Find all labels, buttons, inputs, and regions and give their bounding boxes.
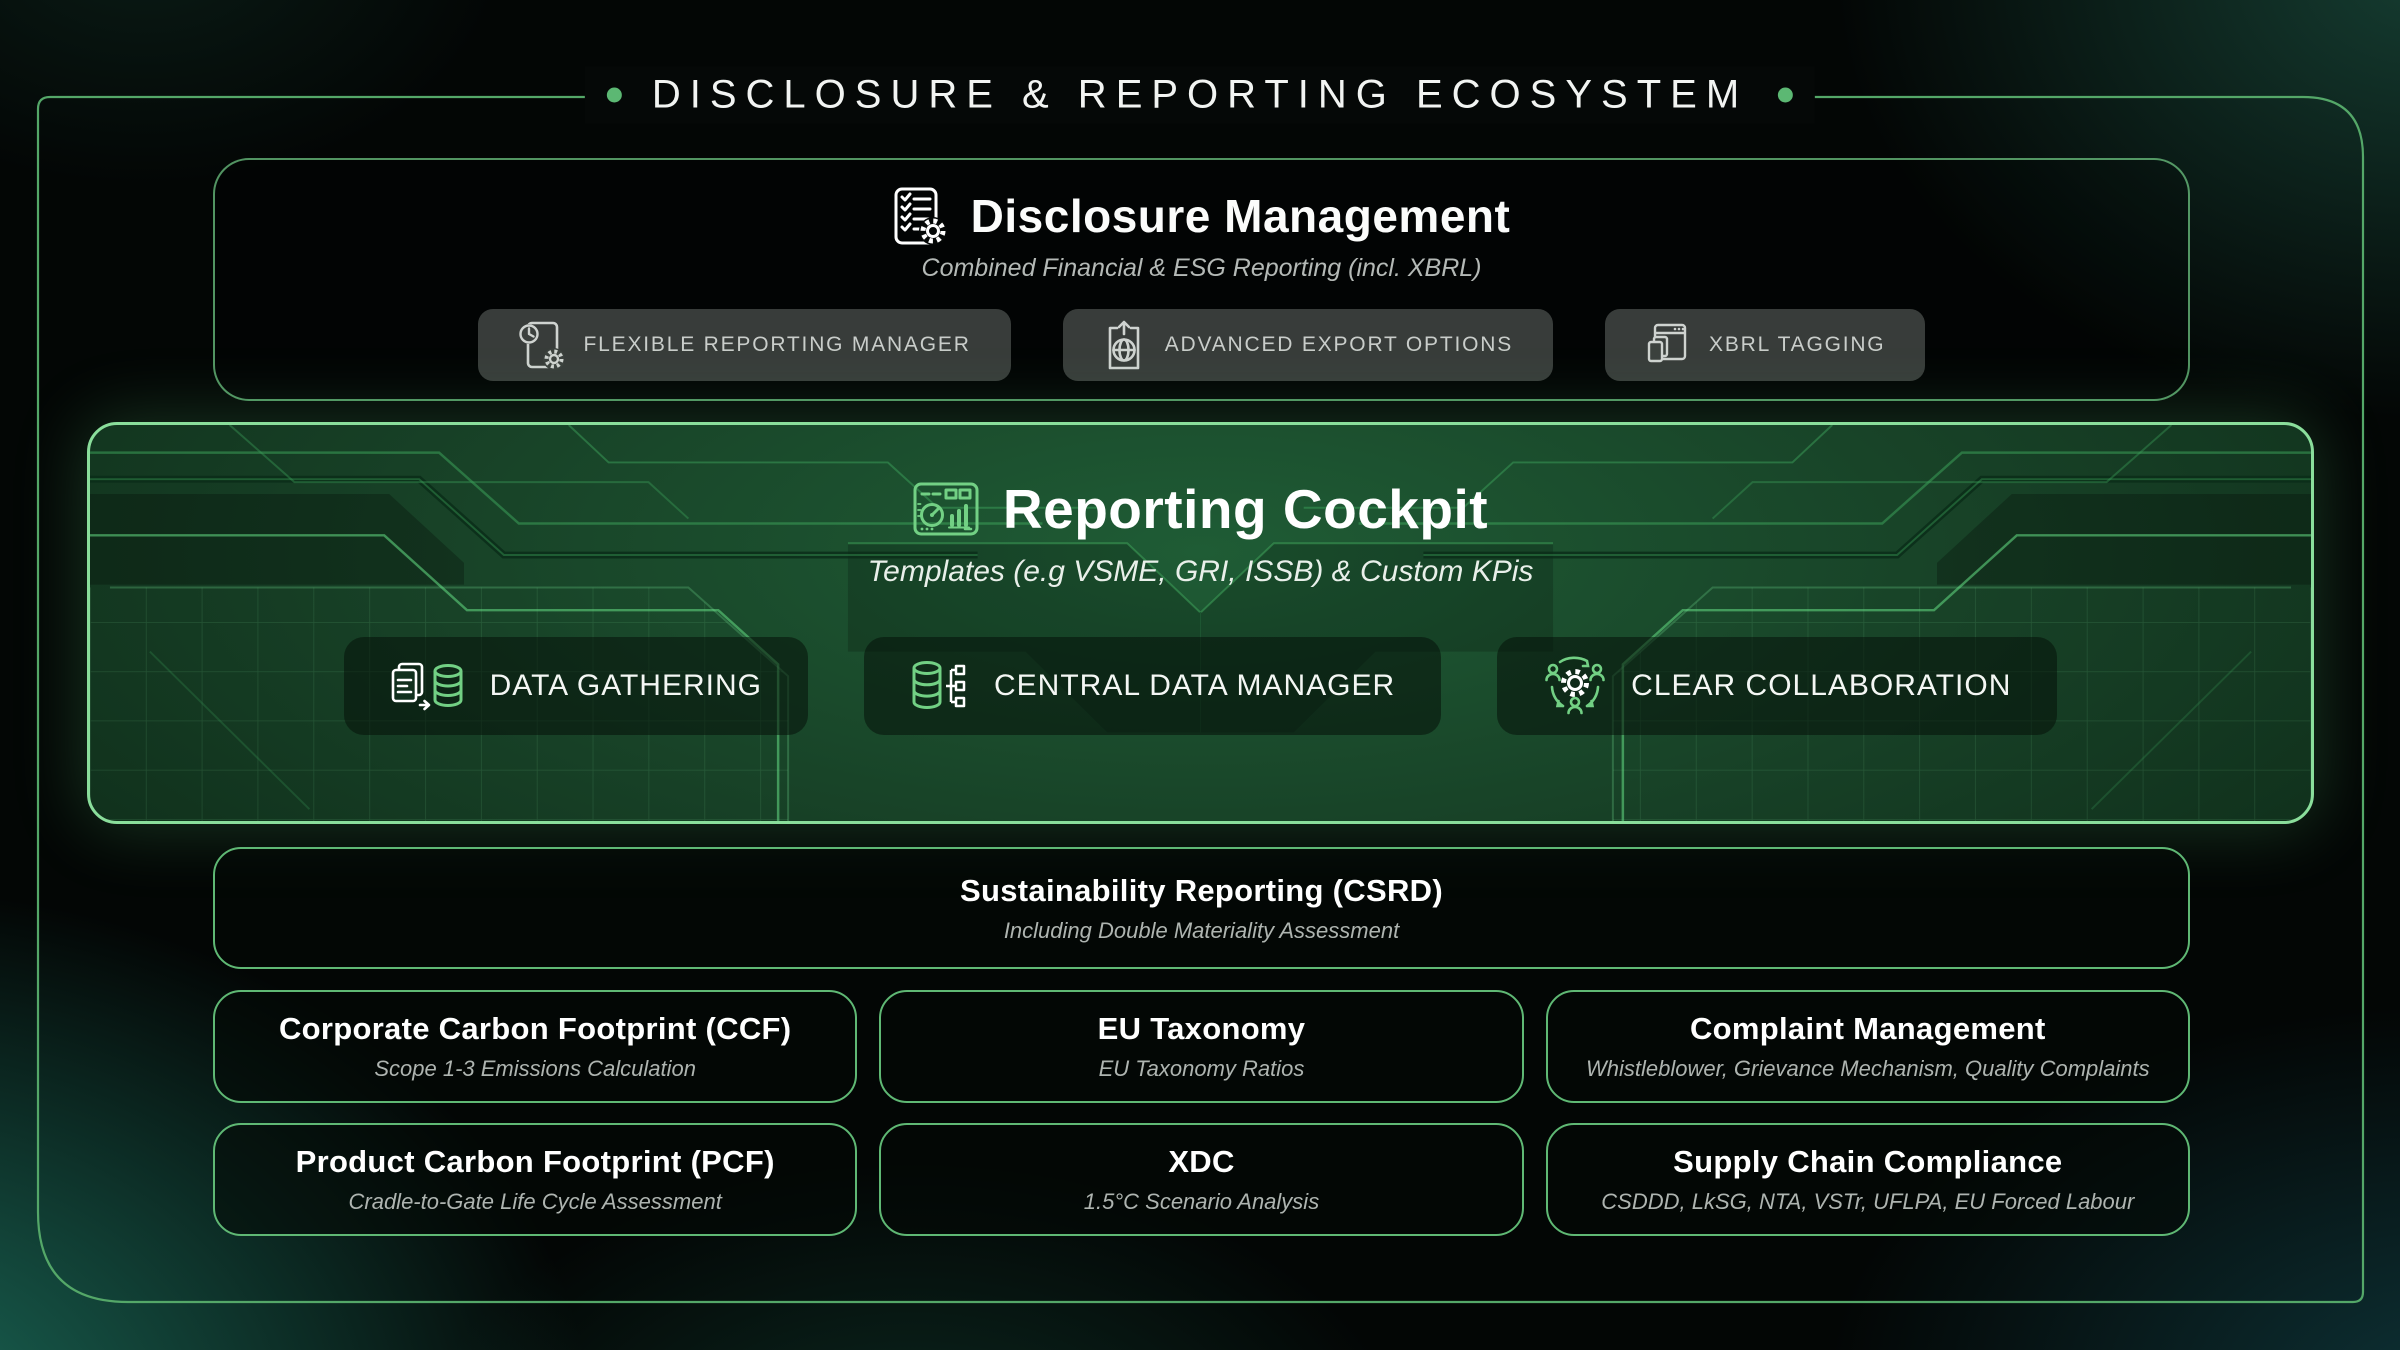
module-title: Supply Chain Compliance xyxy=(1673,1144,2062,1180)
feature-advanced-export-options: ADVANCED EXPORT OPTIONS xyxy=(1063,309,1553,381)
page-background: DISCLOSURE & REPORTING ECOSYSTEM Discl xyxy=(0,0,2400,1350)
module-title: Complaint Management xyxy=(1690,1011,2046,1047)
page-header: DISCLOSURE & REPORTING ECOSYSTEM xyxy=(585,67,1815,124)
document-to-database-icon xyxy=(390,659,466,713)
module-subtitle: Scope 1-3 Emissions Calculation xyxy=(374,1056,696,1082)
xbrl-windows-icon xyxy=(1645,321,1689,369)
module-subtitle: EU Taxonomy Ratios xyxy=(1099,1056,1305,1082)
feature-label: FLEXIBLE REPORTING MANAGER xyxy=(584,333,971,357)
module-card-supply-chain: Supply Chain Compliance CSDDD, LkSG, NTA… xyxy=(1546,1123,2190,1236)
feature-central-data-manager: CENTRAL DATA MANAGER xyxy=(864,637,1441,735)
disclosure-title: Disclosure Management xyxy=(971,189,1511,243)
modules-grid: Corporate Carbon Footprint (CCF) Scope 1… xyxy=(213,990,2190,1236)
feature-label: CENTRAL DATA MANAGER xyxy=(994,669,1395,703)
page-title: DISCLOSURE & REPORTING ECOSYSTEM xyxy=(652,73,1748,118)
report-clock-gear-icon xyxy=(518,319,564,371)
module-subtitle: Whistleblower, Grievance Mechanism, Qual… xyxy=(1586,1056,2150,1082)
module-title: Corporate Carbon Footprint (CCF) xyxy=(279,1011,791,1047)
feature-label: CLEAR COLLABORATION xyxy=(1631,669,2011,703)
csrd-section: Sustainability Reporting (CSRD) Includin… xyxy=(213,847,2190,969)
module-title: XDC xyxy=(1168,1144,1234,1180)
csrd-subtitle: Including Double Materiality Assessment xyxy=(1004,918,1399,944)
feature-clear-collaboration: CLEAR COLLABORATION xyxy=(1497,637,2057,735)
feature-xbrl-tagging: XBRL TAGGING xyxy=(1605,309,1925,381)
disclosure-feature-row: FLEXIBLE REPORTING MANAGER ADVANCED EXPO… xyxy=(478,309,1926,381)
database-nodes-icon xyxy=(910,658,970,714)
checklist-gear-icon xyxy=(893,186,947,246)
reporting-cockpit-section: Reporting Cockpit Templates (e.g VSME, G… xyxy=(87,422,2314,824)
module-subtitle: Cradle-to-Gate Life Cycle Assessment xyxy=(349,1189,722,1215)
dashboard-icon xyxy=(913,482,979,536)
feature-data-gathering: DATA GATHERING xyxy=(344,637,808,735)
cockpit-title: Reporting Cockpit xyxy=(1003,477,1488,541)
disclosure-subtitle: Combined Financial & ESG Reporting (incl… xyxy=(922,254,1482,283)
module-card-pcf: Product Carbon Footprint (PCF) Cradle-to… xyxy=(213,1123,857,1236)
feature-label: ADVANCED EXPORT OPTIONS xyxy=(1165,333,1513,357)
module-subtitle: 1.5°C Scenario Analysis xyxy=(1084,1189,1319,1215)
module-card-xdc: XDC 1.5°C Scenario Analysis xyxy=(879,1123,1523,1236)
csrd-title: Sustainability Reporting (CSRD) xyxy=(960,873,1443,909)
feature-flexible-reporting-manager: FLEXIBLE REPORTING MANAGER xyxy=(478,309,1011,381)
module-title: EU Taxonomy xyxy=(1098,1011,1306,1047)
module-card-complaint-management: Complaint Management Whistleblower, Grie… xyxy=(1546,990,2190,1103)
people-gear-icon xyxy=(1543,656,1607,716)
feature-label: DATA GATHERING xyxy=(490,669,762,703)
disclosure-management-section: Disclosure Management Combined Financial… xyxy=(213,158,2190,401)
cockpit-subtitle: Templates (e.g VSME, GRI, ISSB) & Custom… xyxy=(868,555,1534,589)
module-subtitle: CSDDD, LkSG, NTA, VSTr, UFLPA, EU Forced… xyxy=(1601,1189,2134,1215)
header-dot-right-icon xyxy=(1778,88,1793,103)
feature-label: XBRL TAGGING xyxy=(1709,333,1885,357)
module-title: Product Carbon Footprint (PCF) xyxy=(296,1144,775,1180)
cockpit-feature-row: DATA GATHERING xyxy=(344,637,2058,735)
globe-export-icon xyxy=(1103,319,1145,371)
header-dot-left-icon xyxy=(607,88,622,103)
module-card-ccf: Corporate Carbon Footprint (CCF) Scope 1… xyxy=(213,990,857,1103)
module-card-eu-taxonomy: EU Taxonomy EU Taxonomy Ratios xyxy=(879,990,1523,1103)
